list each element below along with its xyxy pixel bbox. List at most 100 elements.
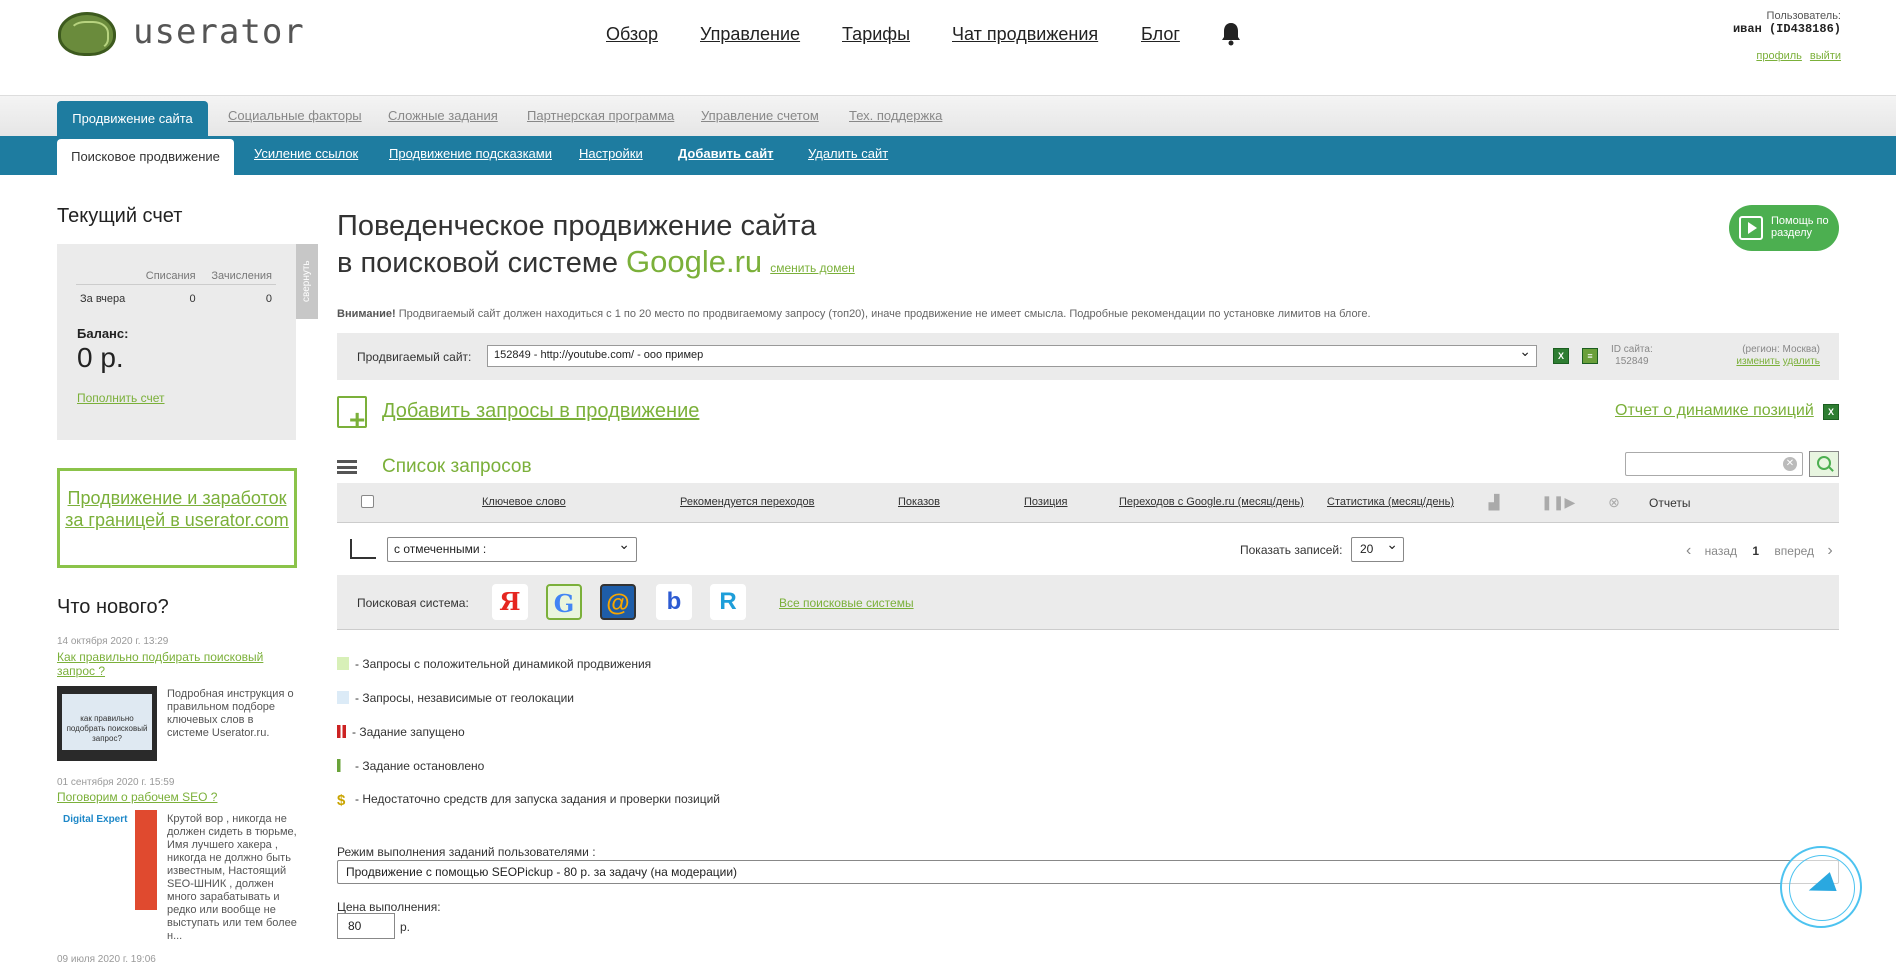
region-label: (регион: Москва): [1742, 344, 1820, 355]
subtab-suggest-promotion[interactable]: Продвижение подсказками: [389, 146, 552, 161]
bell-icon[interactable]: [1219, 21, 1243, 47]
col-statistics[interactable]: Статистика (месяц/день): [1327, 496, 1454, 508]
logo-text[interactable]: userator: [133, 12, 305, 52]
help-button[interactable]: Помощь по разделу: [1729, 205, 1839, 251]
dollar-icon: $: [337, 792, 346, 809]
legend-item: - Запросы, независимые от геолокации: [337, 691, 574, 705]
google-icon[interactable]: G: [546, 584, 582, 620]
position-report-link[interactable]: Отчет о динамике позиций: [1615, 402, 1814, 420]
nav-promo-chat[interactable]: Чат продвижения: [952, 24, 1098, 45]
nav-blog[interactable]: Блог: [1141, 24, 1180, 45]
tab-complex-tasks[interactable]: Сложные задания: [388, 108, 498, 123]
tab-tech-support[interactable]: Тех. поддержка: [849, 108, 942, 123]
chevron-left-icon[interactable]: ‹: [1686, 542, 1691, 559]
legend-item: $ - Недостаточно средств для запуска зада…: [337, 792, 720, 809]
news-link[interactable]: Поговорим о рабочем SEO ?: [57, 790, 297, 804]
pause-play-icon[interactable]: ❚❚▶: [1541, 494, 1575, 510]
change-domain-link[interactable]: сменить домен: [770, 261, 855, 275]
price-input[interactable]: 80: [337, 913, 395, 939]
subtab-link-boost[interactable]: Усиление ссылок: [254, 146, 358, 161]
pager-prev[interactable]: назад: [1705, 544, 1737, 558]
news-date: 01 сентября 2020 г. 15:59: [57, 777, 175, 788]
tab-account-management[interactable]: Управление счетом: [701, 108, 819, 123]
site-id-value: 152849: [1615, 356, 1649, 367]
select-all-checkbox[interactable]: [361, 495, 374, 508]
profile-link[interactable]: профиль: [1756, 50, 1802, 62]
legend-text: - Задание остановлено: [355, 759, 485, 773]
excel-export-icon[interactable]: X: [1553, 348, 1569, 364]
legend-text: - Задание запущено: [352, 725, 465, 739]
thumbnail-caption: как правильно подобрать поисковый запрос…: [62, 694, 152, 750]
row-debits: 0: [135, 284, 200, 307]
add-queries-link[interactable]: Добавить запросы в продвижение: [382, 400, 699, 423]
chart-icon[interactable]: ▟: [1486, 494, 1502, 510]
delete-icon[interactable]: ⊗: [1606, 494, 1622, 510]
mailru-icon[interactable]: @: [600, 584, 636, 620]
balance-label: Баланс:: [77, 326, 129, 341]
search-button[interactable]: [1809, 451, 1839, 477]
col-recommended[interactable]: Рекомендуется переходов: [680, 496, 814, 508]
nav-management[interactable]: Управление: [700, 24, 800, 45]
promo-link[interactable]: Продвижение и заработок за границей в us…: [65, 488, 289, 530]
news-date: 14 октября 2020 г. 13:29: [57, 636, 169, 647]
bing-icon[interactable]: b: [656, 584, 692, 620]
news-date: 09 июля 2020 г. 19:06: [57, 954, 156, 962]
stopped-icon: [337, 759, 349, 772]
tab-partner-program[interactable]: Партнерская программа: [527, 108, 674, 123]
nav-tariffs[interactable]: Тарифы: [842, 24, 910, 45]
region-change-link[interactable]: изменить: [1736, 356, 1780, 367]
subtab-add-site[interactable]: Добавить сайт: [678, 146, 774, 161]
news-text: Крутой вор , никогда не должен сидеть в …: [167, 813, 297, 942]
topup-link[interactable]: Пополнить счет: [77, 391, 165, 405]
col-keyword[interactable]: Ключевое слово: [482, 496, 566, 508]
col-clicks[interactable]: Переходов с Google.ru (месяц/день): [1119, 496, 1304, 508]
subtab-search-promotion[interactable]: Поисковое продвижение: [57, 139, 234, 175]
chevron-right-icon[interactable]: ›: [1827, 542, 1832, 559]
swatch-positive: [337, 657, 349, 670]
title-line-1: Поведенческое продвижение сайта: [337, 210, 817, 242]
site-select[interactable]: 152849 - http://youtube.com/ - ооо приме…: [487, 343, 1537, 367]
news-thumbnail[interactable]: Digital Expert: [57, 810, 157, 910]
tab-site-promotion[interactable]: Продвижение сайта: [57, 101, 208, 136]
site-id-label: ID сайта:: [1611, 344, 1653, 355]
legend-text: - Запросы, независимые от геолокации: [355, 691, 574, 705]
legend-item: - Задание остановлено: [337, 759, 484, 773]
subtab-settings[interactable]: Настройки: [579, 146, 643, 161]
rambler-icon[interactable]: R: [710, 584, 746, 620]
news-thumbnail[interactable]: как правильно подобрать поисковый запрос…: [57, 686, 157, 761]
collapse-button[interactable]: свернуть: [296, 244, 318, 319]
play-icon: [1739, 216, 1763, 240]
col-reports: Отчеты: [1649, 496, 1691, 510]
nav-overview[interactable]: Обзор: [606, 24, 658, 45]
records-per-page-select[interactable]: 20: [1351, 536, 1404, 562]
title-line-2-text: в поисковой системе: [337, 247, 618, 279]
col-impressions[interactable]: Показов: [898, 496, 940, 508]
yandex-icon[interactable]: Я: [492, 584, 528, 620]
legend-item: - Задание запущено: [337, 725, 465, 739]
bulk-action-select[interactable]: с отмеченными :: [387, 536, 637, 562]
excel-report-icon[interactable]: X: [1823, 404, 1839, 420]
col-position[interactable]: Позиция: [1024, 496, 1068, 508]
excel-import-icon[interactable]: ≡: [1582, 348, 1598, 364]
subtab-delete-site[interactable]: Удалить сайт: [808, 146, 888, 161]
region-delete-link[interactable]: удалить: [1783, 356, 1820, 367]
table-row: За вчера 0 0: [76, 284, 276, 307]
mode-select[interactable]: Продвижение с помощью SEOPickup - 80 р. …: [337, 860, 1839, 884]
news-link[interactable]: Как правильно подбирать поисковый запрос…: [57, 650, 297, 678]
pager-page[interactable]: 1: [1752, 544, 1759, 558]
logout-link[interactable]: выйти: [1810, 50, 1841, 62]
title-engine: Google.ru: [626, 244, 763, 279]
add-document-icon[interactable]: [337, 396, 367, 436]
clear-icon[interactable]: ✕: [1783, 457, 1797, 471]
site-label: Продвигаемый сайт:: [357, 350, 472, 364]
swatch-geo-independent: [337, 691, 349, 704]
logo-brain-icon[interactable]: [58, 12, 116, 56]
pagination: ‹ назад 1 вперед ›: [1686, 542, 1833, 560]
pager-next[interactable]: вперед: [1774, 544, 1814, 558]
warning-bold: Внимание!: [337, 308, 396, 320]
title-line-2: в поисковой системе Google.ru сменить до…: [337, 244, 855, 286]
tab-social-factors[interactable]: Социальные факторы: [228, 108, 362, 123]
news-title: Что нового?: [57, 596, 169, 618]
all-engines-link[interactable]: Все поисковые системы: [779, 596, 914, 610]
search-input[interactable]: [1625, 452, 1803, 476]
